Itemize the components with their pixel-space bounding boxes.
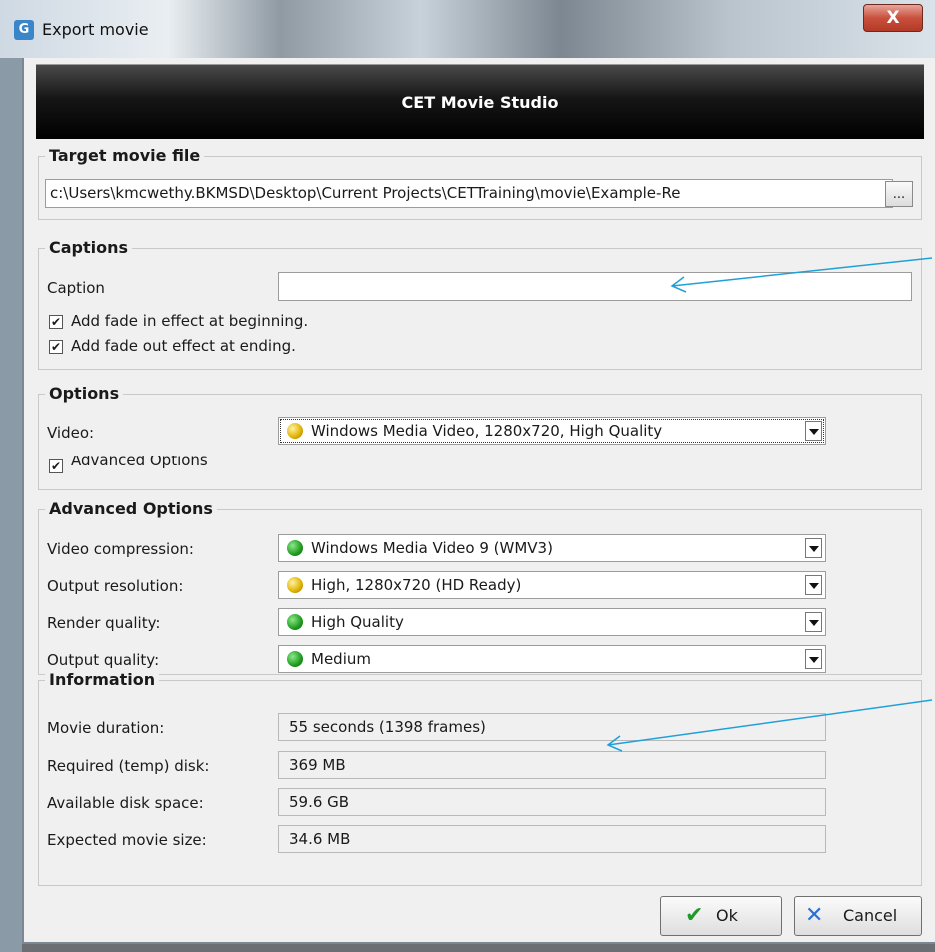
annotation-arrow-duration	[607, 699, 933, 746]
annotation-arrow-caption	[671, 257, 933, 287]
annotation-arrows	[606, 257, 933, 752]
